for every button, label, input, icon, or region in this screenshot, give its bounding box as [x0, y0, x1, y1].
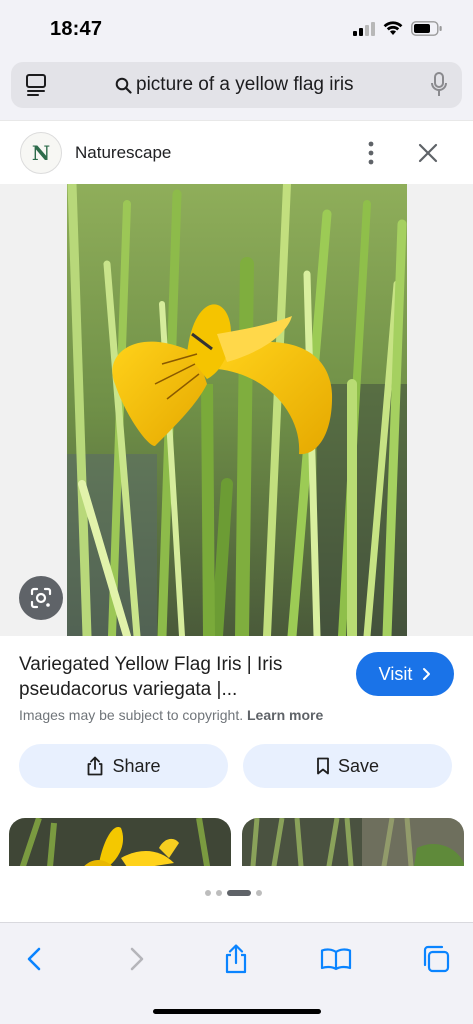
- share-icon: [88, 756, 103, 776]
- source-logo[interactable]: N: [20, 132, 62, 174]
- back-button[interactable]: [14, 939, 54, 979]
- home-indicator[interactable]: [153, 1009, 321, 1014]
- result-image[interactable]: [67, 184, 407, 636]
- copyright-notice: Images may be subject to copyright. Lear…: [19, 707, 323, 723]
- pager-dots: [205, 890, 262, 896]
- page-menu-icon[interactable]: [25, 73, 47, 97]
- status-icons: [353, 21, 443, 36]
- tabs-icon: [423, 945, 450, 973]
- save-label: Save: [337, 755, 380, 776]
- lens-icon: [30, 587, 52, 609]
- source-header: N Naturescape: [0, 120, 473, 184]
- forward-icon: [130, 947, 144, 971]
- browser-toolbar: [0, 922, 473, 1024]
- pager-dot[interactable]: [256, 890, 262, 896]
- bookmarks-icon: [320, 948, 352, 971]
- wifi-icon: [383, 21, 403, 35]
- related-images: [0, 806, 473, 866]
- bookmarks-button[interactable]: [316, 939, 356, 979]
- chevron-right-icon: [423, 668, 431, 680]
- copyright-text: Images may be subject to copyright.: [19, 707, 244, 723]
- battery-icon: [411, 21, 442, 36]
- source-name[interactable]: Naturescape: [75, 143, 171, 163]
- related-image-2[interactable]: [242, 818, 464, 866]
- share-label: Share: [112, 755, 161, 776]
- source-logo-letter: N: [31, 141, 51, 165]
- microphone-icon[interactable]: [430, 72, 448, 98]
- related-image-1[interactable]: [9, 818, 231, 866]
- visit-label: Visit: [378, 663, 413, 684]
- result-info-panel: Variegated Yellow Flag Iris | Iris pseud…: [0, 636, 473, 806]
- pager-dot[interactable]: [205, 890, 211, 896]
- address-bar-area: picture of a yellow flag iris: [0, 58, 473, 120]
- cellular-icon: [353, 21, 375, 36]
- image-pager: [0, 866, 473, 922]
- status-bar: 18:47: [0, 0, 473, 58]
- visit-button[interactable]: Visit: [356, 652, 454, 696]
- forward-button[interactable]: [117, 939, 157, 979]
- status-time: 18:47: [50, 18, 103, 40]
- share-page-button[interactable]: [216, 939, 256, 979]
- pager-dot[interactable]: [216, 890, 222, 896]
- tabs-button[interactable]: [416, 939, 456, 979]
- search-bar[interactable]: picture of a yellow flag iris: [11, 62, 462, 108]
- search-query[interactable]: picture of a yellow flag iris: [136, 74, 354, 96]
- image-viewer: [0, 184, 473, 636]
- save-button[interactable]: Save: [243, 744, 452, 788]
- back-icon: [27, 947, 41, 971]
- search-icon: [115, 77, 132, 94]
- pager-dot-active[interactable]: [227, 890, 251, 896]
- close-icon[interactable]: [418, 143, 438, 163]
- result-title[interactable]: Variegated Yellow Flag Iris | Iris pseud…: [19, 652, 339, 702]
- more-options-icon[interactable]: [362, 141, 380, 165]
- share-button[interactable]: Share: [19, 744, 228, 788]
- lens-search-button[interactable]: [19, 576, 63, 620]
- learn-more-link[interactable]: Learn more: [247, 707, 323, 723]
- share-page-icon: [225, 944, 247, 974]
- bookmark-icon: [317, 757, 329, 775]
